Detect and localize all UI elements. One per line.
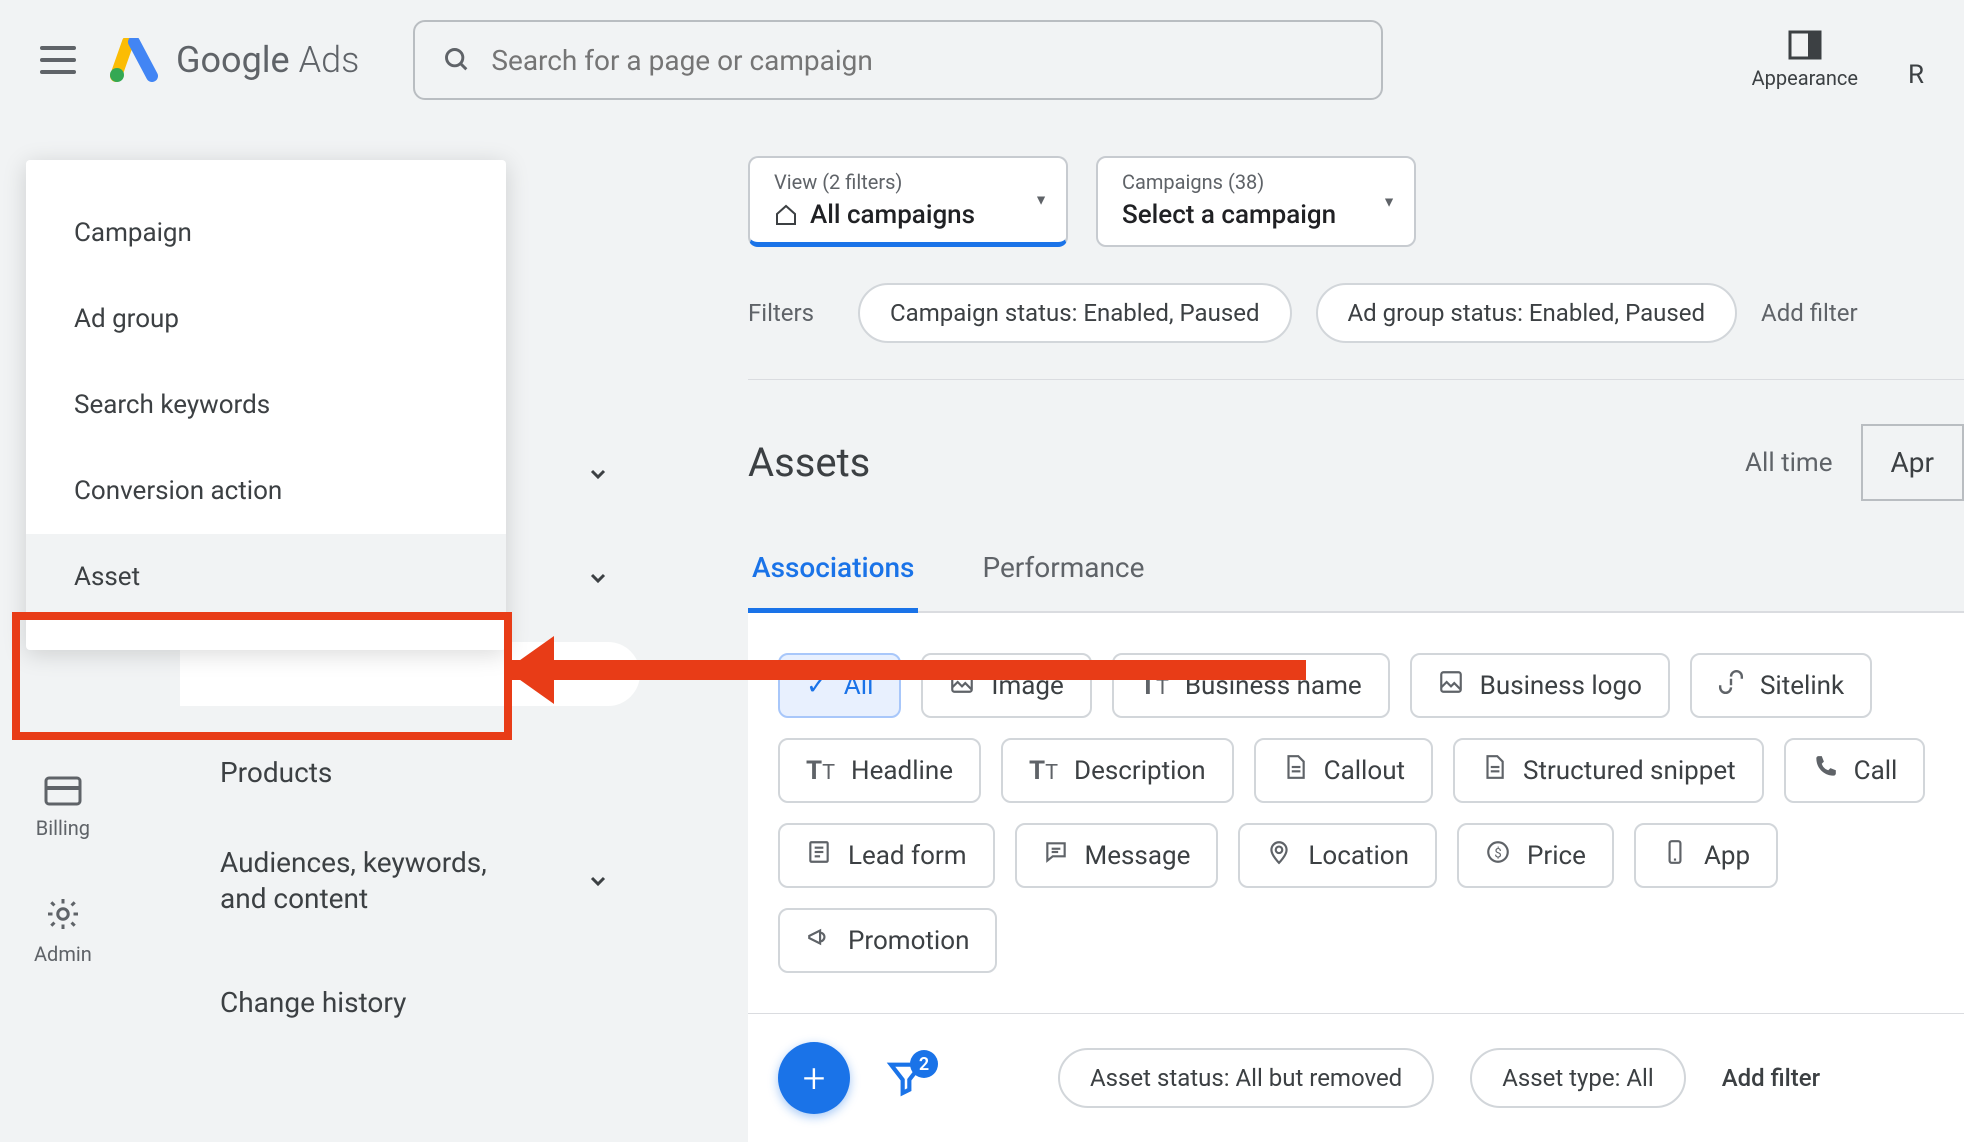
tab-performance[interactable]: Performance bbox=[978, 551, 1148, 613]
searchbar[interactable] bbox=[413, 20, 1383, 100]
gear-icon bbox=[45, 896, 81, 932]
credit-card-icon bbox=[44, 776, 82, 806]
asset-chip-callout[interactable]: Callout bbox=[1254, 738, 1433, 803]
asset-chip-all[interactable]: ✓All bbox=[778, 653, 901, 718]
filter-chip-campaign-status[interactable]: Campaign status: Enabled, Paused bbox=[858, 283, 1291, 343]
asset-chip-description[interactable]: TTDescription bbox=[1001, 738, 1234, 803]
popup-item-conversion-action[interactable]: Conversion action bbox=[26, 448, 506, 534]
document-icon bbox=[1481, 754, 1507, 787]
asset-type-panel: ✓All Image TTBusiness name Business logo… bbox=[748, 613, 1964, 1013]
price-icon: $ bbox=[1485, 839, 1511, 872]
form-icon bbox=[806, 839, 832, 872]
asset-chip-structured-snippet[interactable]: Structured snippet bbox=[1453, 738, 1764, 803]
location-icon bbox=[1266, 839, 1292, 872]
text-icon: TT bbox=[1029, 756, 1058, 786]
triangle-down-icon: ▼ bbox=[1034, 192, 1048, 209]
asset-chip-headline[interactable]: TTHeadline bbox=[778, 738, 981, 803]
title-row: Assets All time Apr bbox=[748, 424, 1964, 501]
filter-count-badge: 2 bbox=[910, 1050, 938, 1078]
right-cutoff[interactable]: R bbox=[1908, 60, 1924, 90]
svg-text:$: $ bbox=[1494, 846, 1501, 861]
add-filter-link-top[interactable]: Add filter bbox=[1761, 299, 1858, 327]
text-icon: TT bbox=[806, 756, 835, 786]
bottom-chip-asset-status[interactable]: Asset status: All but removed bbox=[1058, 1048, 1434, 1108]
filters-label: Filters bbox=[748, 299, 814, 327]
add-filter-link-bottom[interactable]: Add filter bbox=[1722, 1064, 1820, 1092]
popup-item-asset[interactable]: Asset bbox=[26, 534, 506, 620]
search-icon bbox=[443, 46, 471, 74]
secnav-assets-active[interactable] bbox=[180, 642, 640, 706]
asset-chip-call[interactable]: Call bbox=[1784, 738, 1926, 803]
filter-funnel-button[interactable]: 2 bbox=[886, 1058, 926, 1098]
asset-chip-business-logo[interactable]: Business logo bbox=[1410, 653, 1670, 718]
menu-icon[interactable] bbox=[40, 46, 76, 74]
asset-chip-price[interactable]: $Price bbox=[1457, 823, 1614, 888]
tabs: Associations Performance bbox=[748, 551, 1964, 613]
top-right-tools: Appearance R bbox=[1752, 30, 1924, 90]
date-picker[interactable]: Apr bbox=[1861, 424, 1964, 501]
phone-icon bbox=[1812, 754, 1838, 787]
image-icon bbox=[949, 669, 975, 702]
image-icon bbox=[1438, 669, 1464, 702]
mobile-icon bbox=[1662, 839, 1688, 872]
brand-text: Google Ads bbox=[176, 39, 359, 81]
chevron-down-icon bbox=[586, 566, 610, 590]
alltime-label: All time bbox=[1745, 448, 1832, 478]
asset-chip-business-name[interactable]: TTBusiness name bbox=[1112, 653, 1390, 718]
tab-associations[interactable]: Associations bbox=[748, 551, 918, 613]
message-icon bbox=[1043, 839, 1069, 872]
top-filters-row: Filters Campaign status: Enabled, Paused… bbox=[748, 283, 1964, 380]
sidebar-admin[interactable]: Admin bbox=[34, 896, 92, 966]
google-ads-logo-icon bbox=[110, 38, 158, 82]
asset-chip-location[interactable]: Location bbox=[1238, 823, 1437, 888]
appearance-icon bbox=[1788, 30, 1822, 60]
add-button[interactable]: + bbox=[778, 1042, 850, 1114]
logo[interactable]: Google Ads bbox=[110, 38, 359, 82]
secnav-change-history[interactable]: Change history bbox=[180, 966, 640, 1039]
appearance-button[interactable]: Appearance bbox=[1752, 30, 1858, 90]
sidebar-billing[interactable]: Billing bbox=[36, 776, 90, 840]
main-content: View (2 filters) All campaigns ▼ Campaig… bbox=[748, 156, 1964, 1142]
asset-chip-sitelink[interactable]: Sitelink bbox=[1690, 653, 1872, 718]
filter-chip-adgroup-status[interactable]: Ad group status: Enabled, Paused bbox=[1316, 283, 1738, 343]
topbar: Google Ads Appearance R bbox=[0, 0, 1964, 120]
view-selector[interactable]: View (2 filters) All campaigns ▼ bbox=[748, 156, 1068, 247]
asset-chip-message[interactable]: Message bbox=[1015, 823, 1219, 888]
table-toolbar: + 2 Asset status: All but removed Asset … bbox=[748, 1013, 1964, 1142]
popup-item-ad-group[interactable]: Ad group bbox=[26, 276, 506, 362]
asset-type-chips: ✓All Image TTBusiness name Business logo… bbox=[778, 653, 1934, 973]
page-title: Assets bbox=[748, 439, 1705, 486]
link-icon bbox=[1718, 669, 1744, 702]
text-icon: TT bbox=[1140, 671, 1169, 701]
chevron-down-icon bbox=[586, 869, 610, 893]
check-icon: ✓ bbox=[806, 671, 828, 701]
popup-item-campaign[interactable]: Campaign bbox=[26, 190, 506, 276]
bottom-chip-asset-type[interactable]: Asset type: All bbox=[1470, 1048, 1685, 1108]
asset-chip-lead-form[interactable]: Lead form bbox=[778, 823, 995, 888]
campaign-selector[interactable]: Campaigns (38) Select a campaign ▼ bbox=[1096, 156, 1416, 247]
home-icon bbox=[774, 203, 798, 227]
chevron-down-icon bbox=[586, 462, 610, 486]
search-input[interactable] bbox=[491, 44, 1353, 77]
scope-selectors: View (2 filters) All campaigns ▼ Campaig… bbox=[748, 156, 1964, 247]
secnav-products[interactable]: Products bbox=[180, 736, 640, 809]
asset-chip-image[interactable]: Image bbox=[921, 653, 1091, 718]
megaphone-icon bbox=[806, 924, 832, 957]
triangle-down-icon: ▼ bbox=[1382, 193, 1396, 210]
thin-sidebar: Billing Admin bbox=[34, 776, 92, 966]
secnav-audiences[interactable]: Audiences, keywords, and content bbox=[180, 825, 640, 938]
popup-item-search-keywords[interactable]: Search keywords bbox=[26, 362, 506, 448]
asset-chip-promotion[interactable]: Promotion bbox=[778, 908, 997, 973]
asset-chip-app[interactable]: App bbox=[1634, 823, 1778, 888]
create-dropdown-menu: Campaign Ad group Search keywords Conver… bbox=[26, 160, 506, 650]
date-range: All time Apr bbox=[1745, 424, 1964, 501]
chevron-down-icon bbox=[586, 662, 610, 686]
document-icon bbox=[1282, 754, 1308, 787]
